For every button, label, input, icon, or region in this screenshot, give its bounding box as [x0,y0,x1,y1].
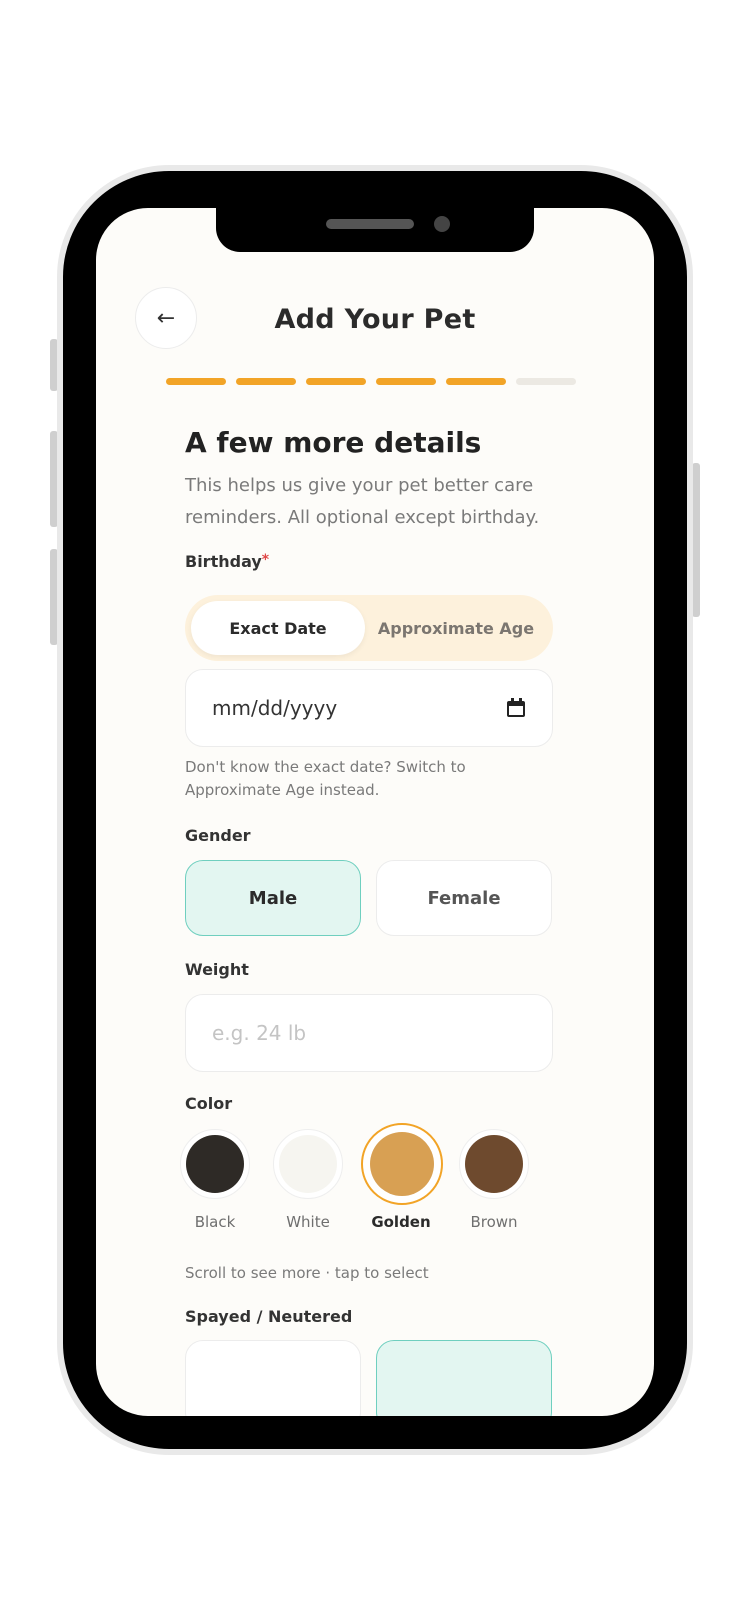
progress-segment-4 [376,378,436,385]
swatch-dot [279,1135,337,1193]
swatch-dot [186,1135,244,1193]
page-title: Add Your Pet [274,304,476,335]
color-label: Color [185,1094,233,1113]
spayed-option-left[interactable] [185,1340,361,1416]
gender-male-button[interactable]: Male [185,860,361,936]
section-subtext: This helps us give your pet better care … [185,475,540,528]
progress-segment-6 [516,378,576,385]
birthday-date-input[interactable]: mm/dd/yyyy [185,669,553,747]
swatch-label: Black [194,1213,236,1231]
step-progress [166,378,576,385]
birthday-helper-text: Don't know the exact date? Switch to App… [185,758,466,799]
swatch-label: White [286,1213,330,1231]
spayed-option-right[interactable] [376,1340,552,1416]
section-heading: A few more details [185,426,482,459]
birthday-label: Birthday* [185,552,269,571]
swatch-label: Golden [371,1213,431,1231]
progress-segment-5 [446,378,506,385]
weight-placeholder: e.g. 24 lb [212,1021,307,1045]
spayed-label: Spayed / Neutered [185,1307,353,1326]
speaker [326,219,414,229]
calendar-icon[interactable] [506,698,526,718]
progress-segment-3 [306,378,366,385]
notch [216,208,534,252]
toggle-exact-date[interactable]: Exact Date [191,601,365,655]
birthday-label-text: Birthday [185,552,262,571]
swatch-label: Brown [470,1213,518,1231]
color-swatch-brown[interactable]: Brown [454,1129,534,1231]
date-placeholder: mm/dd/yyyy [212,696,338,720]
color-swatch-black[interactable]: Black [175,1129,255,1231]
color-helper-text: Scroll to see more · tap to select [185,1264,429,1282]
progress-segment-1 [166,378,226,385]
toggle-approximate-age[interactable]: Approximate Age [365,601,547,655]
swatch-dot [370,1132,434,1196]
birthday-mode-toggle: Exact Date Approximate Age [185,595,553,661]
required-mark: * [261,552,270,568]
gender-label: Gender [185,826,251,845]
gender-female-button[interactable]: Female [376,860,552,936]
app-screen: ← Add Your Pet A few more details This h… [96,208,654,1416]
front-camera [434,216,450,232]
color-swatch-white[interactable]: White [268,1129,348,1231]
power-button [692,463,700,617]
weight-label: Weight [185,960,249,979]
swatch-dot [465,1135,523,1193]
weight-input[interactable]: e.g. 24 lb [185,994,553,1072]
progress-segment-2 [236,378,296,385]
color-swatch-golden[interactable]: Golden [361,1123,443,1231]
